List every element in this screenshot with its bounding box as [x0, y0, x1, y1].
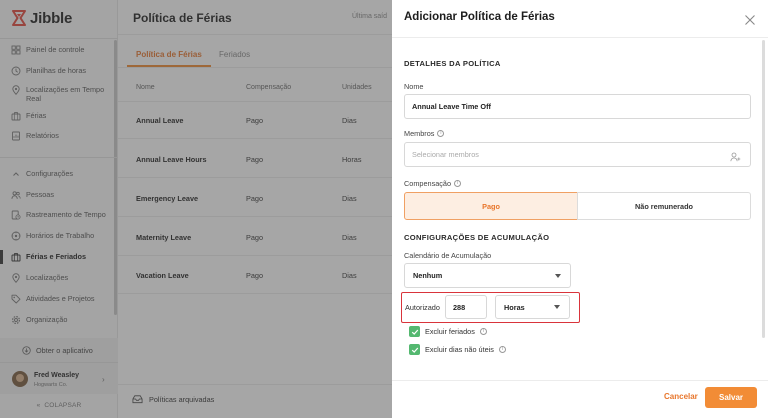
name-label-text: Nome: [404, 82, 424, 91]
members-label: Membros i: [404, 129, 445, 138]
checkmark-icon: [411, 329, 418, 335]
exclude-holidays-row: Excluir feriados i: [409, 326, 487, 337]
members-label-text: Membros: [404, 129, 435, 138]
panel-footer: Cancelar Salvar: [392, 380, 768, 418]
name-label: Nome: [404, 82, 423, 91]
add-leave-policy-panel: Adicionar Política de Férias DETALHES DA…: [392, 0, 768, 418]
add-person-icon: [730, 149, 741, 162]
exclude-holidays-label: Excluir feriados: [425, 327, 475, 336]
section-policy-details: DETALHES DA POLÍTICA: [404, 59, 501, 68]
exclude-holidays-checkbox[interactable]: [409, 326, 420, 337]
compensation-label: Compensação i: [404, 179, 462, 188]
exclude-nonworking-row: Excluir dias não úteis i: [409, 344, 506, 355]
info-icon: i: [479, 328, 487, 335]
panel-scrollbar[interactable]: [762, 40, 765, 338]
compensation-label-text: Compensação: [404, 179, 452, 188]
section-accrual-settings: CONFIGURAÇÕES DE ACUMULAÇÃO: [404, 233, 550, 242]
panel-header-divider: [392, 37, 768, 38]
close-panel-button[interactable]: [744, 13, 756, 25]
authorized-unit-select[interactable]: Horas: [495, 295, 570, 319]
members-select[interactable]: [404, 142, 751, 167]
modal-backdrop[interactable]: [0, 0, 392, 418]
info-icon: i: [498, 346, 506, 353]
authorized-amount-input[interactable]: [445, 295, 487, 319]
save-button[interactable]: Salvar: [705, 387, 757, 408]
info-icon: i: [437, 130, 445, 137]
accrual-calendar-label: Calendário de Acumulação: [404, 251, 491, 260]
accrual-calendar-select[interactable]: Nenhum: [404, 263, 571, 288]
accrual-calendar-label-text: Calendário de Acumulação: [404, 251, 492, 260]
policy-name-input[interactable]: [404, 94, 751, 119]
panel-title: Adicionar Política de Férias: [404, 11, 555, 23]
checkmark-icon: [411, 347, 418, 353]
exclude-nonworking-days-checkbox[interactable]: [409, 344, 420, 355]
caret-down-icon: [554, 305, 560, 309]
authorized-label: Autorizado: [405, 303, 440, 312]
exclude-nonworking-days-label: Excluir dias não úteis: [425, 345, 494, 354]
compensation-unpaid-option[interactable]: Não remunerado: [577, 192, 751, 220]
compensation-paid-option[interactable]: Pago: [404, 192, 578, 220]
cancel-button[interactable]: Cancelar: [664, 392, 698, 401]
info-icon: i: [454, 180, 462, 187]
authorized-unit-value: Horas: [504, 302, 525, 312]
accrual-calendar-value: Nenhum: [413, 271, 443, 280]
caret-down-icon: [555, 273, 561, 278]
close-icon: [745, 15, 755, 25]
